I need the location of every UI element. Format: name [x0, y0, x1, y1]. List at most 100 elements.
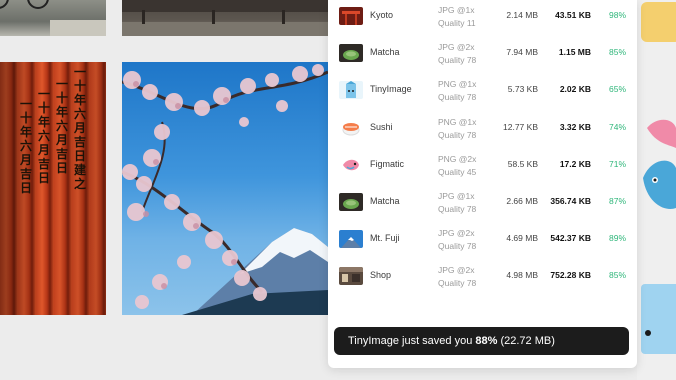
file-name: Matcha: [370, 196, 400, 206]
kanji-character: 一: [56, 77, 69, 91]
kanji-character: 十: [20, 111, 33, 125]
kanji-character: 月: [20, 153, 33, 167]
format-info: JPG @2x Quality 78: [438, 227, 476, 253]
original-size: 4.98 MB: [506, 270, 538, 281]
kanji-character: 月: [74, 121, 87, 135]
original-size: 58.5 KB: [507, 158, 538, 169]
result-row[interactable]: Matcha JPG @1x Quality 78 2.66 MB 356.74 KB 8…: [328, 186, 637, 223]
torii-gates-photo-tile: 一十年六月吉日建之一十年六月吉日一十年六月吉日一十年六月吉日: [0, 62, 106, 315]
optimized-size: 2.02 KB: [559, 84, 591, 95]
file-format: JPG @1x: [438, 5, 475, 15]
file-quality: Quality 78: [438, 55, 477, 66]
saved-percent: 85%: [608, 47, 626, 58]
file-format: JPG @2x: [438, 228, 475, 239]
toast-percent: 88%: [475, 335, 498, 347]
torii-shading: [0, 62, 106, 315]
kanji-character: 吉: [74, 135, 87, 149]
kanji-character: 十: [38, 101, 51, 115]
file-name: Matcha: [370, 47, 400, 58]
saved-percent: 71%: [608, 158, 626, 169]
optimized-size: 1.15 MB: [558, 47, 591, 58]
optimized-size: 17.2 KB: [559, 158, 591, 169]
file-name: Mt. Fuji: [370, 233, 400, 244]
koi-fish-illustration: [643, 119, 676, 209]
kanji-character: 月: [38, 143, 51, 157]
kanji-character: 十: [74, 79, 87, 93]
kanji-character: 吉: [38, 157, 51, 171]
file-quality: Quality 78: [438, 278, 477, 289]
original-size: 2.66 MB: [506, 196, 538, 206]
file-format: PNG @1x: [438, 116, 477, 127]
format-info: JPG @1x Quality 11: [438, 4, 476, 30]
kanji-character: 之: [74, 177, 87, 191]
kanji-character: 吉: [20, 167, 33, 181]
kanji-character: 六: [56, 119, 69, 133]
blue-box-illustration: [641, 284, 676, 354]
result-row[interactable]: Matcha JPG @2x Quality 78 7.94 MB 1.15 MB 85%: [328, 37, 637, 74]
box-eye-illustration: [645, 330, 651, 336]
result-row[interactable]: TinyImage PNG @1x Quality 78 5.73 KB 2.02 KB…: [328, 74, 637, 111]
file-quality: Quality 78: [438, 92, 477, 103]
kanji-character: 一: [74, 65, 87, 79]
file-quality: Quality 78: [438, 129, 477, 140]
result-row[interactable]: Shop JPG @2x Quality 78 4.98 MB 752.28 KB 85%: [328, 260, 637, 297]
file-name: Figmatic: [370, 158, 405, 169]
original-size: 12.77 KB: [503, 121, 538, 132]
format-info: JPG @1x Quality 78: [438, 190, 476, 216]
original-size: 4.69 MB: [506, 233, 538, 244]
yellow-card-illustration: [641, 2, 676, 42]
mount-fuji-cherry-blossom-graphic: [122, 64, 328, 315]
optimized-size: 356.74 KB: [550, 196, 591, 206]
milk-carton-thumbnail: [339, 81, 363, 100]
result-row[interactable]: Mt. Fuji JPG @2x Quality 78 4.69 MB 542.37 K…: [328, 223, 637, 260]
result-row[interactable]: Kyoto JPG @1x Quality 11 2.14 MB 43.51 KB 98%: [328, 0, 637, 37]
kanji-character: 建: [74, 163, 87, 177]
file-name: Sushi: [370, 121, 393, 132]
saved-percent: 65%: [608, 84, 626, 95]
result-row[interactable]: Figmatic PNG @2x Quality 45 58.5 KB 17.2 KB 7…: [328, 149, 637, 186]
file-quality: Quality 11: [438, 18, 476, 28]
optimized-size: 752.28 KB: [550, 270, 591, 281]
kanji-character: 年: [56, 105, 69, 119]
file-format: JPG @1x: [438, 191, 475, 201]
file-format: JPG @2x: [438, 42, 475, 53]
kanji-character: 六: [20, 139, 33, 153]
saved-percent: 98%: [608, 10, 626, 20]
bicycle-wheels-graphic: [0, 0, 106, 36]
toast-prefix: TinyImage just saved you: [348, 335, 476, 347]
kanji-character: 年: [20, 125, 33, 139]
format-info: PNG @1x Quality 78: [438, 78, 476, 104]
kanji-character: 日: [20, 181, 33, 195]
saved-percent: 87%: [608, 196, 626, 206]
kanji-character: 日: [38, 171, 51, 185]
original-size: 2.14 MB: [506, 10, 538, 20]
original-size: 5.73 KB: [507, 84, 538, 95]
decorative-illustration-strip: [637, 0, 676, 380]
kanji-character: 一: [38, 87, 51, 101]
kanji-character: 六: [74, 107, 87, 121]
file-name: TinyImage: [370, 84, 412, 95]
file-name: Kyoto: [370, 10, 394, 20]
kyoto-thumbnail: [339, 7, 363, 25]
format-info: JPG @2x Quality 78: [438, 264, 476, 290]
sushi-thumbnail: [339, 118, 363, 137]
saved-percent: 89%: [608, 233, 626, 244]
savings-toast: TinyImage just saved you 88% (22.72 MB): [334, 327, 629, 355]
kanji-character: 年: [74, 93, 87, 107]
kanji-character: 一: [20, 97, 33, 111]
optimized-size: 3.32 KB: [559, 121, 591, 132]
kanji-character: 日: [74, 149, 87, 163]
file-format: JPG @2x: [438, 265, 475, 276]
format-info: JPG @2x Quality 78: [438, 41, 476, 67]
matcha-thumbnail: [339, 193, 363, 211]
optimized-size: 542.37 KB: [550, 233, 591, 244]
file-name: Shop: [370, 270, 392, 281]
kanji-character: 年: [38, 115, 51, 129]
shop-thumbnail: [339, 267, 363, 286]
compression-results-panel: Kyoto JPG @1x Quality 11 2.14 MB 43.51 KB 98%…: [328, 0, 637, 368]
interior-photo-tile: [122, 0, 328, 36]
kanji-character: 六: [38, 129, 51, 143]
result-row[interactable]: Sushi PNG @1x Quality 78 12.77 KB 3.32 KB 74%: [328, 112, 637, 149]
original-size: 7.94 MB: [506, 47, 538, 58]
kanji-character: 吉: [56, 147, 69, 161]
